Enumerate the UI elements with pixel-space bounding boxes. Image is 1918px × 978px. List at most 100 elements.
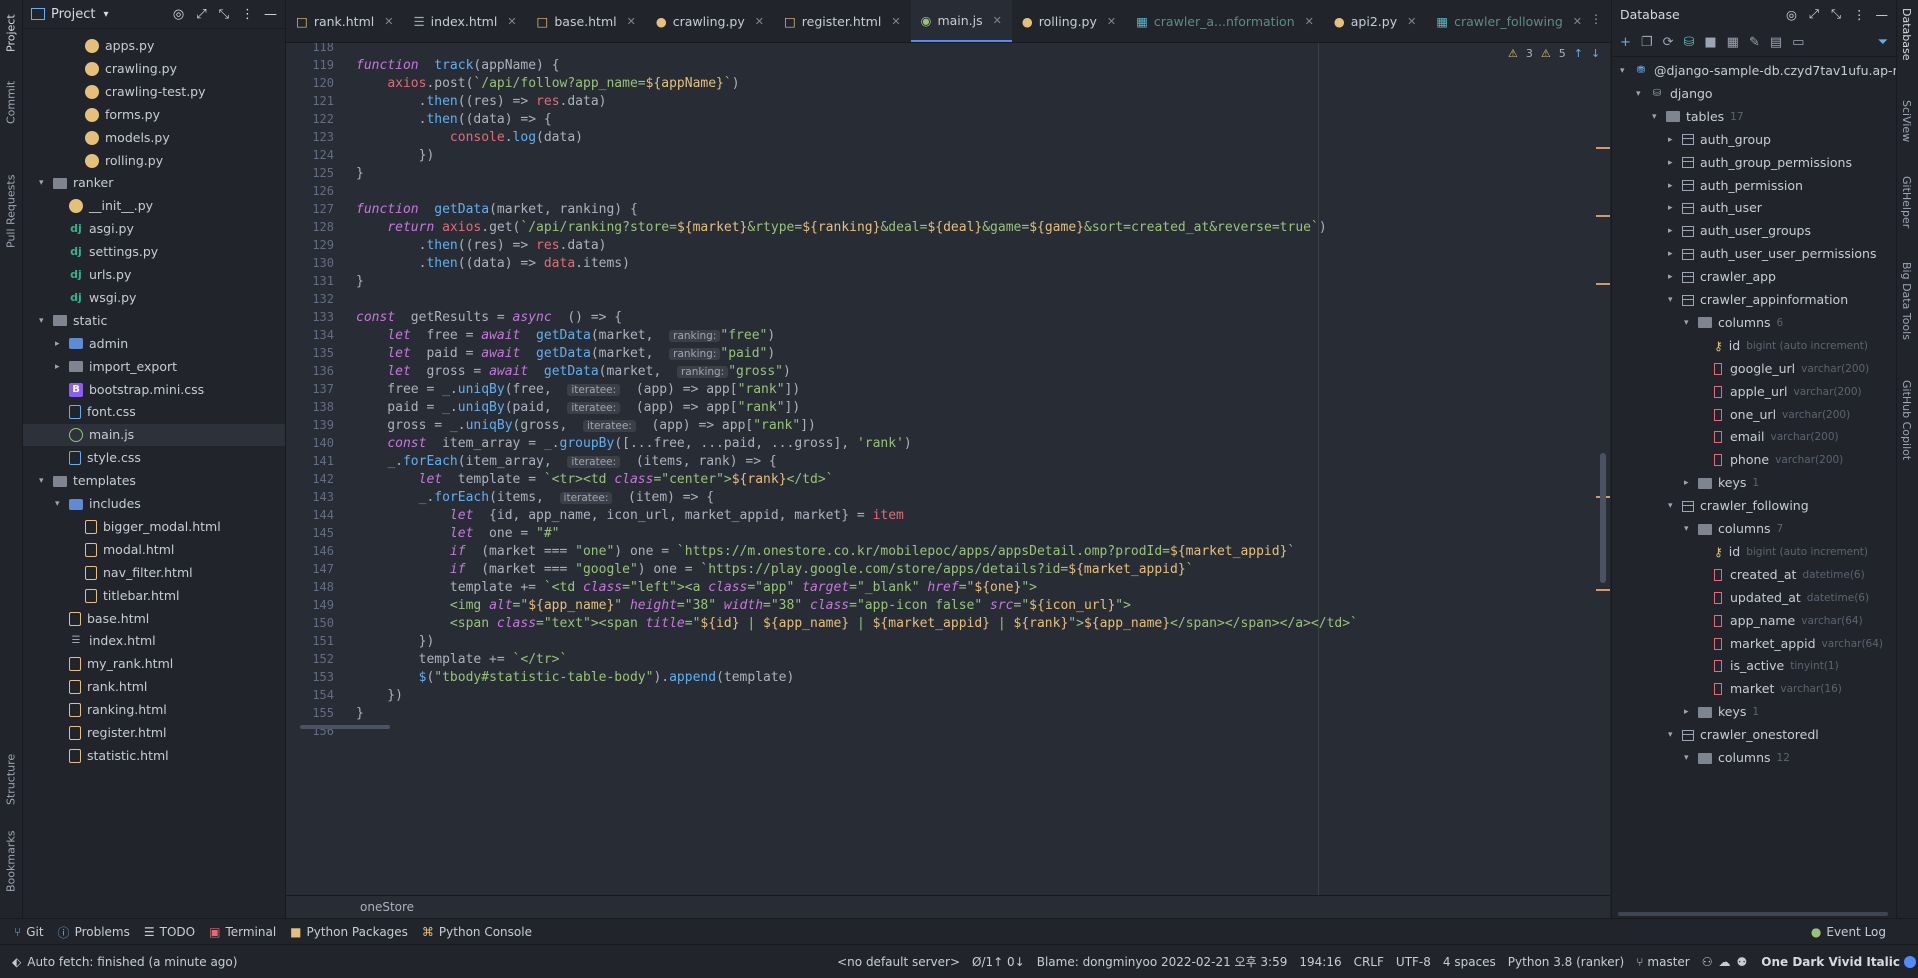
db-node-row[interactable]: ▸ auth_user bbox=[1612, 196, 1762, 220]
horizontal-scrollbar[interactable] bbox=[300, 725, 390, 729]
status-server[interactable]: <no default server> bbox=[837, 955, 960, 969]
code-line[interactable]: .then((res) => res.data) bbox=[356, 94, 607, 109]
db-node-row[interactable]: ▾ columns 6 bbox=[1612, 311, 1783, 335]
chevron-right-icon[interactable]: ▸ bbox=[55, 356, 67, 378]
memory-icon[interactable]: ⚉ bbox=[1737, 955, 1748, 969]
db-node-row[interactable]: ▾ crawler_following bbox=[1612, 494, 1809, 518]
previous-highlight-icon[interactable]: ↑ bbox=[1574, 47, 1583, 60]
column-row[interactable]: apple_url varchar(200) bbox=[1612, 380, 1862, 404]
code-line[interactable]: if (market === "one") one = `https://m.o… bbox=[356, 544, 1295, 559]
bookmarks-tool-tab[interactable]: Bookmarks bbox=[2, 830, 20, 892]
code-line[interactable]: }) bbox=[356, 148, 435, 163]
file-row[interactable]: apps.py bbox=[23, 35, 154, 57]
target-icon[interactable]: ◎ bbox=[173, 7, 184, 22]
editor-tab[interactable]: ● rolling.py ✕ bbox=[1012, 0, 1126, 42]
close-icon[interactable]: ✕ bbox=[1407, 15, 1416, 28]
code-line[interactable]: let paid = await getData(market, ranking… bbox=[356, 346, 775, 361]
column-row[interactable]: email varchar(200) bbox=[1612, 425, 1839, 449]
collapse-all-icon[interactable]: ⤡ bbox=[219, 7, 229, 22]
file-row[interactable]: crawling-test.py bbox=[23, 81, 206, 103]
filter-icon[interactable]: ⏷ bbox=[1878, 35, 1888, 50]
status-line-separator[interactable]: CRLF bbox=[1354, 955, 1384, 969]
target-icon[interactable]: ◎ bbox=[1786, 7, 1797, 22]
console-icon[interactable]: ▭ bbox=[1792, 35, 1804, 50]
db-node-row[interactable]: ▾ tables 17 bbox=[1612, 105, 1744, 129]
editor-tab[interactable]: ▦ crawler_following ✕ bbox=[1426, 0, 1592, 42]
chevron-right-icon[interactable]: ▸ bbox=[1668, 242, 1680, 266]
close-icon[interactable]: ✕ bbox=[507, 15, 516, 28]
code-line[interactable]: .then((res) => res.data) bbox=[356, 238, 607, 253]
folder-row[interactable]: ▾ ranker bbox=[23, 172, 113, 194]
file-row[interactable]: forms.py bbox=[23, 104, 160, 126]
chevron-down-icon[interactable]: ▾ bbox=[1684, 517, 1696, 541]
file-row[interactable]: base.html bbox=[23, 608, 149, 630]
folder-row[interactable]: ▸ import_export bbox=[23, 356, 177, 378]
code-line[interactable]: paid = _.uniqBy(paid, iteratee: (app) =>… bbox=[356, 400, 800, 415]
status-encoding[interactable]: UTF-8 bbox=[1396, 955, 1431, 969]
chevron-down-icon[interactable]: ▾ bbox=[1668, 494, 1680, 518]
status-fetch-message[interactable]: Auto fetch: finished (a minute ago) bbox=[27, 955, 237, 969]
code-line[interactable]: template += `</tr>` bbox=[356, 652, 568, 667]
db-node-row[interactable]: ▾ crawler_onestoredl bbox=[1612, 723, 1819, 747]
file-row[interactable]: register.html bbox=[23, 722, 167, 744]
code-line[interactable]: const getResults = async () => { bbox=[356, 310, 622, 325]
code-line[interactable]: let {id, app_name, icon_url, market_appi… bbox=[356, 508, 904, 523]
file-row[interactable]: dj asgi.py bbox=[23, 218, 134, 240]
event-log-tool-button[interactable]: ● Event Log bbox=[1811, 925, 1886, 939]
hide-panel-icon[interactable]: — bbox=[264, 7, 277, 22]
code-line[interactable]: let one = "#" bbox=[356, 526, 560, 541]
close-icon[interactable]: ✕ bbox=[755, 15, 764, 28]
editor-tab[interactable]: □ rank.html ✕ bbox=[286, 0, 403, 42]
chevron-right-icon[interactable]: ▸ bbox=[1668, 174, 1680, 198]
file-row[interactable]: __init__.py bbox=[23, 195, 153, 217]
close-icon[interactable]: ✕ bbox=[1305, 15, 1314, 28]
code-line[interactable]: if (market === "google") one = `https://… bbox=[356, 562, 1194, 577]
folder-row[interactable]: ▸ admin bbox=[23, 333, 128, 355]
python-packages-tool-button[interactable]: ■ Python Packages bbox=[290, 925, 408, 939]
db-node-row[interactable]: ▸ auth_group bbox=[1612, 128, 1771, 152]
code-line[interactable]: } bbox=[356, 274, 364, 289]
code-line[interactable]: .then((data) => data.items) bbox=[356, 256, 630, 271]
folder-row[interactable]: ▾ includes bbox=[23, 493, 141, 515]
chevron-right-icon[interactable]: ▸ bbox=[1668, 151, 1680, 175]
file-row[interactable]: ranking.html bbox=[23, 699, 167, 721]
expand-all-icon[interactable]: ⤢ bbox=[1809, 6, 1819, 22]
db-node-row[interactable]: ▸ auth_permission bbox=[1612, 174, 1803, 198]
folder-row[interactable]: ▾ templates bbox=[23, 470, 136, 492]
commit-tool-tab[interactable]: Commit bbox=[2, 80, 20, 124]
code-editor[interactable]: 118 119 120 121 122 123 124 125 126 127 128 129 130 1… bbox=[286, 43, 1610, 895]
code-line[interactable]: template += `<td class="left"><a class="… bbox=[356, 580, 1037, 595]
problems-tool-button[interactable]: ⓘ Problems bbox=[58, 924, 130, 941]
chevron-right-icon[interactable]: ▸ bbox=[1684, 700, 1696, 724]
column-row[interactable]: app_name varchar(64) bbox=[1612, 609, 1863, 633]
chevron-down-icon[interactable]: ▾ bbox=[1668, 723, 1680, 747]
code-line[interactable]: console.log(data) bbox=[356, 130, 583, 145]
terminal-tool-button[interactable]: ▣ Terminal bbox=[209, 925, 276, 939]
db-node-row[interactable]: ▸ auth_user_groups bbox=[1612, 219, 1811, 243]
file-row[interactable]: crawling.py bbox=[23, 58, 177, 80]
chevron-down-icon[interactable]: ▾ bbox=[1652, 105, 1664, 129]
stop-icon[interactable]: ■ bbox=[1704, 35, 1716, 50]
git-tool-button[interactable]: ⑂ Git bbox=[14, 925, 44, 939]
file-row[interactable]: Bbootstrap.mini.css bbox=[23, 379, 204, 401]
column-row[interactable]: market_appid varchar(64) bbox=[1612, 632, 1883, 656]
database-tool-tab[interactable]: Database bbox=[1900, 8, 1913, 61]
code-line[interactable]: } bbox=[356, 166, 364, 181]
expand-all-icon[interactable]: ⤢ bbox=[196, 7, 206, 22]
file-row[interactable]: rank.html bbox=[23, 676, 147, 698]
close-icon[interactable]: ✕ bbox=[1107, 15, 1116, 28]
warning-marker[interactable] bbox=[1596, 589, 1610, 591]
chevron-right-icon[interactable]: ▸ bbox=[1668, 265, 1680, 289]
editor-tab[interactable]: ◉ main.js ✕ bbox=[910, 0, 1012, 42]
column-row[interactable]: created_at datetime(6) bbox=[1612, 563, 1865, 587]
chevron-down-icon[interactable]: ▾ bbox=[55, 493, 67, 515]
chevron-down-icon[interactable]: ▾ bbox=[39, 310, 51, 332]
db-node-row[interactable]: ▸ auth_group_permissions bbox=[1612, 151, 1852, 175]
github-copilot-tab[interactable]: GitHub Copilot bbox=[1900, 380, 1913, 460]
file-row[interactable]: dj settings.py bbox=[23, 241, 158, 263]
editor-scrollbar[interactable] bbox=[1600, 453, 1606, 583]
editor-tab[interactable]: □ base.html ✕ bbox=[527, 0, 646, 42]
project-tool-tab[interactable]: Project bbox=[2, 6, 20, 52]
file-row[interactable]: dj urls.py bbox=[23, 264, 131, 286]
column-row[interactable]: market varchar(16) bbox=[1612, 677, 1842, 701]
